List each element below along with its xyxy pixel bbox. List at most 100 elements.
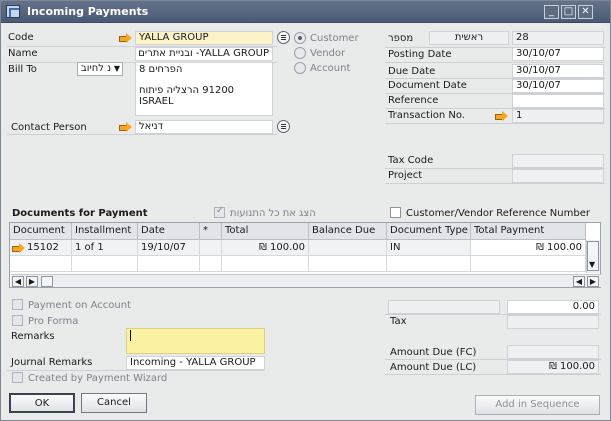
cell-total-payment[interactable]: ₪ 100.00 (471, 240, 586, 256)
add-in-sequence-button: Add in Sequence (475, 395, 600, 415)
incoming-payments-window: Incoming Payments _ □ ✕ Code YALLA GROUP… (0, 0, 611, 421)
account-radio[interactable] (294, 62, 306, 74)
customer-radio[interactable] (294, 32, 306, 44)
column-header-total[interactable]: Total (222, 223, 309, 240)
amount-due-fc-label: Amount Due (FC) (390, 347, 477, 358)
divider (385, 374, 601, 375)
project-field (512, 169, 604, 183)
documents-section-title: Documents for Payment (12, 208, 148, 219)
vertical-scrollbar[interactable]: ▼ (586, 240, 600, 273)
cell-star (200, 240, 222, 256)
code-field[interactable]: YALLA GROUP (135, 31, 273, 45)
tax-code-label: Tax Code (388, 155, 434, 166)
posting-date-label: Posting Date (388, 49, 452, 60)
journal-remarks-field[interactable]: Incoming - YALLA GROUP (126, 356, 265, 370)
window-title: Incoming Payments (27, 5, 149, 18)
reference-field[interactable] (512, 94, 604, 108)
amount-description-field (388, 300, 500, 314)
bill-to-select[interactable]: נ לחיוב ▼ (77, 62, 123, 76)
empty-cell[interactable] (138, 256, 200, 272)
payment-on-account-label: Payment on Account (28, 300, 131, 311)
chevron-down-icon: ▼ (113, 64, 120, 73)
column-header-balance-due[interactable]: Balance Due (309, 223, 387, 240)
pro-forma-checkbox[interactable] (12, 315, 23, 326)
tax-field (507, 315, 599, 329)
transaction-link-arrow-icon[interactable] (495, 111, 508, 121)
cell-total: ₪ 100.00 (222, 240, 309, 256)
column-header-date[interactable]: Date (138, 223, 200, 240)
reference-number-checkbox[interactable] (390, 207, 401, 218)
column-header-installment[interactable]: Installment (72, 223, 138, 240)
close-button[interactable]: ✕ (578, 5, 593, 19)
column-header-document-type[interactable]: Document Type (387, 223, 471, 240)
payment-wizard-label: Created by Payment Wizard (28, 373, 168, 384)
document-link-arrow-icon[interactable] (12, 243, 25, 253)
cancel-button[interactable]: Cancel (81, 393, 147, 413)
empty-cell[interactable] (471, 256, 586, 272)
cell-date: 19/10/07 (138, 240, 200, 256)
cell-document[interactable]: 15102 (10, 240, 72, 256)
name-label: Name (8, 48, 38, 59)
contact-link-arrow-icon[interactable] (119, 122, 132, 132)
empty-cell[interactable] (222, 256, 309, 272)
series-field[interactable]: ראשית (429, 31, 509, 45)
title-bar: Incoming Payments _ □ ✕ (1, 1, 610, 23)
empty-cell[interactable] (10, 256, 72, 272)
payment-wizard-checkbox (12, 372, 23, 383)
scroll-down-icon[interactable]: ▼ (589, 260, 595, 269)
reference-label: Reference (388, 95, 439, 106)
remarks-label: Remarks (11, 331, 55, 342)
name-field[interactable]: YALLA GROUP- ובניית אתרים (135, 47, 273, 61)
contact-person-field[interactable]: דניאל (135, 120, 273, 134)
show-all-transactions-label: הצג את כל התנועות (230, 208, 316, 219)
contact-list-icon[interactable] (277, 120, 290, 133)
scroll-right-icon[interactable]: ▶ (26, 276, 38, 287)
divider (7, 134, 277, 135)
divider (7, 370, 265, 371)
remarks-field[interactable] (126, 328, 265, 354)
minimize-button[interactable]: _ (544, 5, 559, 19)
payment-on-account-checkbox[interactable] (12, 299, 23, 310)
vendor-radio[interactable] (294, 47, 306, 59)
horizontal-scroll-thumb[interactable] (41, 276, 53, 287)
cell-document-value: 15102 (27, 242, 59, 253)
transaction-no-field: 1 (512, 109, 604, 123)
maximize-button[interactable]: □ (561, 5, 576, 19)
scroll-left-icon[interactable]: ◀ (12, 276, 24, 287)
empty-cell[interactable] (387, 256, 471, 272)
cell-document-type: IN (387, 240, 471, 256)
code-label: Code (8, 32, 34, 43)
empty-cell[interactable] (72, 256, 138, 272)
due-date-field[interactable]: 30/10/07 (512, 64, 604, 78)
document-date-field[interactable]: 30/10/07 (512, 79, 604, 93)
show-all-transactions-checkbox[interactable] (214, 206, 225, 218)
journal-remarks-label: Journal Remarks (11, 357, 93, 368)
horizontal-scrollbar[interactable]: ◀ ▶ ◀ ▶ (11, 274, 601, 287)
tax-label: Tax (390, 316, 407, 327)
code-link-arrow-icon[interactable] (119, 33, 132, 43)
bill-to-address[interactable]: הפרחים 8 91200 הרצליה פיתוח ISRAEL (135, 62, 273, 116)
scroll-left-end-icon[interactable]: ◀ (573, 276, 585, 287)
column-header-document[interactable]: Document (10, 223, 72, 240)
text-cursor (130, 330, 131, 341)
customer-radio-label: Customer (310, 33, 359, 44)
project-label: Project (388, 170, 423, 181)
scroll-right-end-icon[interactable]: ▶ (587, 276, 599, 287)
column-header-star[interactable]: * (200, 223, 222, 240)
window-app-icon (6, 5, 20, 18)
column-header-total-payment[interactable]: Total Payment (471, 223, 586, 240)
address-line-2: 91200 הרצליה פיתוח (139, 85, 235, 96)
divider (385, 62, 605, 63)
series-label: מספר (388, 33, 414, 44)
ok-button[interactable]: OK (9, 393, 75, 413)
empty-cell[interactable] (309, 256, 387, 272)
transaction-no-label: Transaction No. (388, 110, 465, 121)
posting-date-field[interactable]: 30/10/07 (512, 47, 604, 61)
cell-balance-due (309, 240, 387, 256)
empty-cell[interactable] (200, 256, 222, 272)
divider (385, 183, 605, 184)
bill-to-select-value: נ לחיוב (81, 63, 112, 74)
amount-field[interactable]: 0.00 (507, 300, 599, 314)
document-date-label: Document Date (388, 80, 467, 91)
code-list-icon[interactable] (277, 31, 290, 44)
